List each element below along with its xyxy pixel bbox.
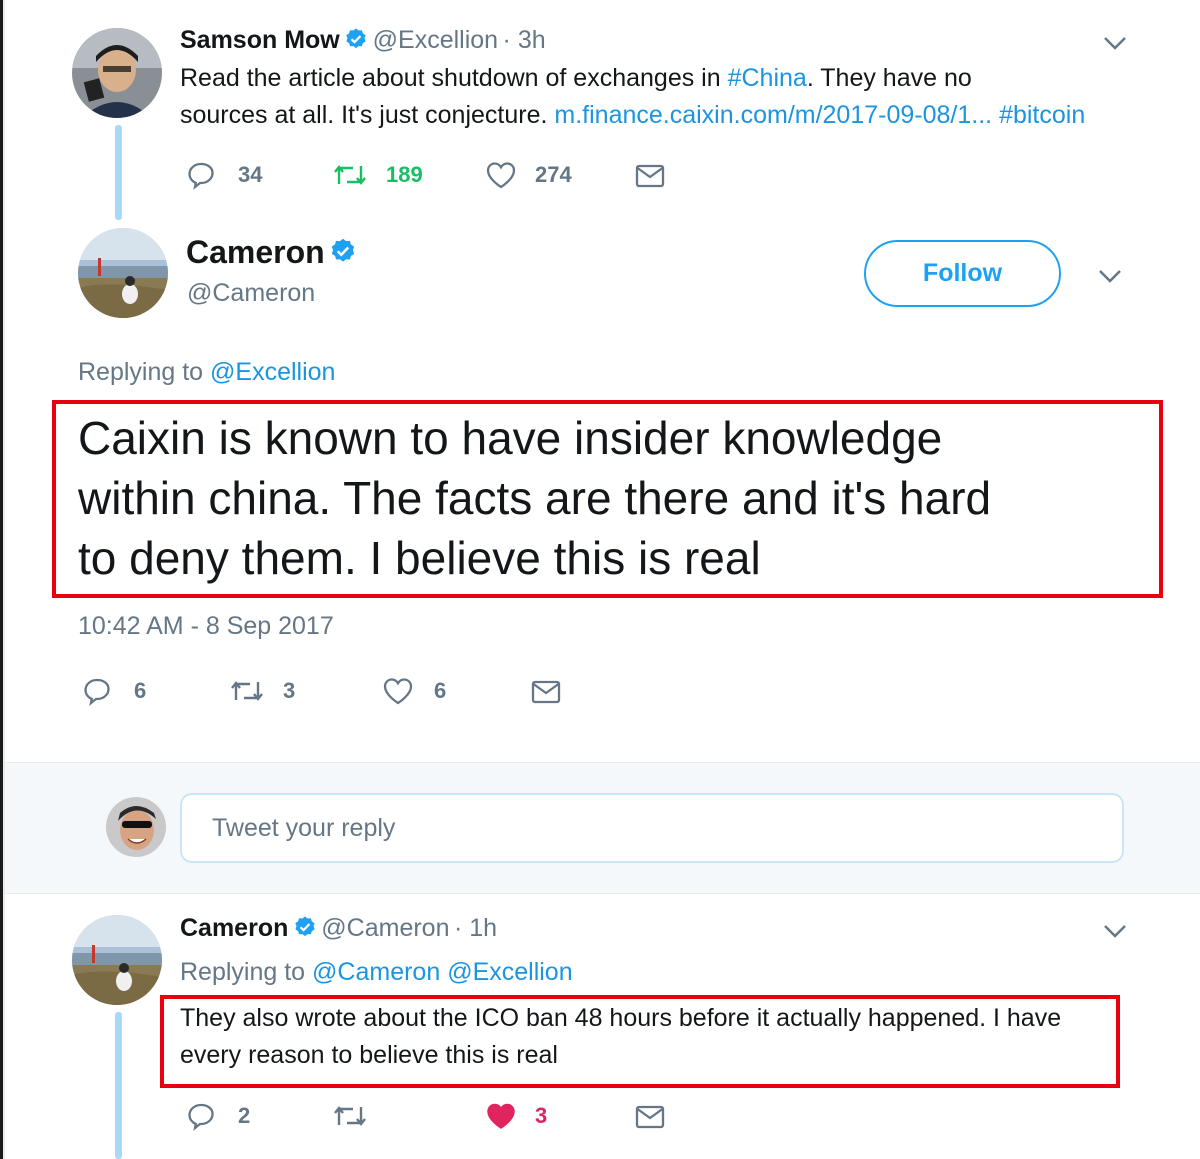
replying-to-excellion-link[interactable]: @Excellion	[447, 958, 572, 986]
tweet3-like-action[interactable]: 3	[485, 1101, 547, 1131]
chevron-down-icon[interactable]	[1102, 34, 1128, 57]
tweet2-text-line3: to deny them. I believe this is real	[78, 532, 761, 584]
retweet-icon	[332, 160, 368, 190]
verified-badge-icon	[344, 27, 368, 56]
tweet1-reply-count: 34	[238, 162, 263, 187]
tweet1-like-action[interactable]: 274	[485, 160, 572, 190]
tweet3-age[interactable]: 1h	[469, 914, 497, 942]
replying-to-cameron-link[interactable]: @Cameron	[312, 958, 440, 986]
direct-message-icon	[531, 678, 561, 706]
tweet2-reply-action[interactable]: 6	[82, 676, 146, 706]
tweet3-reply-action[interactable]: 2	[186, 1101, 250, 1131]
follow-button[interactable]: Follow	[864, 240, 1061, 307]
tweet2-dm-action[interactable]	[531, 678, 561, 706]
chevron-down-icon[interactable]	[1097, 267, 1123, 290]
tweet3-retweet-action[interactable]	[332, 1101, 368, 1131]
tweet2-author-name[interactable]: Cameron	[186, 234, 325, 270]
tweet3-text-line1: They also wrote about the ICO ban 48 hou…	[180, 1004, 1062, 1032]
tweet2-reply-count: 6	[134, 678, 147, 703]
direct-message-icon	[635, 1103, 665, 1131]
tweet3-text: They also wrote about the ICO ban 48 hou…	[180, 1000, 1061, 1074]
hashtag-china-link[interactable]: #China	[728, 64, 807, 92]
tweet2-text: Caixin is known to have insider knowledg…	[78, 408, 991, 588]
thread-line	[115, 1012, 122, 1159]
tweet3-like-count: 3	[535, 1103, 548, 1128]
current-user-avatar[interactable]	[106, 797, 166, 857]
tweet2-timestamp[interactable]: 10:42 AM - 8 Sep 2017	[78, 612, 334, 641]
reply-icon	[82, 676, 112, 706]
verified-badge-icon	[293, 915, 317, 944]
tweet2-retweet-count: 3	[283, 678, 296, 703]
tweet1-header: Samson Mow @Excellion · 3h	[180, 26, 546, 56]
tweet1-text-part3: sources at all. It's just conjecture.	[180, 101, 555, 129]
tweet2-replying-to: Replying to @Excellion	[78, 358, 335, 387]
replying-to-label: Replying to	[78, 358, 211, 386]
tweet1-retweet-action[interactable]: 189	[332, 160, 423, 190]
replying-to-excellion-link[interactable]: @Excellion	[210, 358, 335, 386]
tweet3-header: Cameron @Cameron · 1h	[180, 914, 497, 944]
tweet1-text: Read the article about shutdown of excha…	[180, 60, 1180, 134]
tweet1-age[interactable]: 3h	[518, 26, 546, 54]
tweet1-like-count: 274	[535, 162, 572, 187]
reply-icon	[186, 1101, 216, 1131]
avatar-samson-mow[interactable]	[72, 28, 162, 118]
article-link[interactable]: m.finance.caixin.com/m/2017-09-08/1...	[554, 101, 992, 129]
tweet3-separator: ·	[453, 914, 470, 942]
tweet3-replying-to: Replying to @Cameron @Excellion	[180, 958, 573, 987]
chevron-down-icon[interactable]	[1102, 922, 1128, 945]
replying-to-label: Replying to	[180, 958, 313, 986]
verified-badge-icon	[329, 237, 357, 270]
tweet1-dm-action[interactable]	[635, 162, 665, 190]
direct-message-icon	[635, 162, 665, 190]
window-edge-shadow	[3, 0, 5, 1159]
tweet2-author-name-row: Cameron	[186, 234, 357, 271]
tweet1-text-part2: . They have no	[806, 64, 972, 92]
retweet-icon	[332, 1101, 368, 1131]
like-icon	[485, 160, 517, 190]
tweet2-like-count: 6	[434, 678, 447, 703]
tweet3-reply-count: 2	[238, 1103, 251, 1128]
tweet3-dm-action[interactable]	[635, 1103, 665, 1131]
tweet2-text-line1: Caixin is known to have insider knowledg…	[78, 412, 943, 464]
thread-line	[115, 125, 122, 220]
tweet3-text-line2: every reason to believe this is real	[180, 1041, 558, 1069]
like-icon	[382, 676, 414, 706]
tweet3-author-name[interactable]: Cameron	[180, 914, 288, 942]
like-filled-icon	[485, 1101, 517, 1131]
tweet2-retweet-action[interactable]: 3	[229, 676, 295, 706]
retweet-icon	[229, 676, 265, 706]
avatar-cameron[interactable]	[78, 228, 168, 318]
tweet1-retweet-count: 189	[386, 162, 423, 187]
tweet3-handle[interactable]: @Cameron	[321, 914, 449, 942]
tweet1-separator: ·	[502, 26, 518, 54]
tweet2-handle[interactable]: @Cameron	[187, 279, 315, 308]
reply-icon	[186, 160, 216, 190]
tweet1-handle[interactable]: @Excellion	[373, 26, 498, 54]
tweet1-text-part1: Read the article about shutdown of excha…	[180, 64, 728, 92]
hashtag-bitcoin-link[interactable]: #bitcoin	[999, 101, 1085, 129]
tweet2-like-action[interactable]: 6	[382, 676, 446, 706]
tweet-reply-input[interactable]: Tweet your reply	[180, 793, 1124, 863]
tweet2-text-line2: within china. The facts are there and it…	[78, 472, 992, 524]
tweet1-reply-action[interactable]: 34	[186, 160, 262, 190]
tweet1-author-name[interactable]: Samson Mow	[180, 26, 340, 54]
avatar-cameron[interactable]	[72, 915, 162, 1005]
